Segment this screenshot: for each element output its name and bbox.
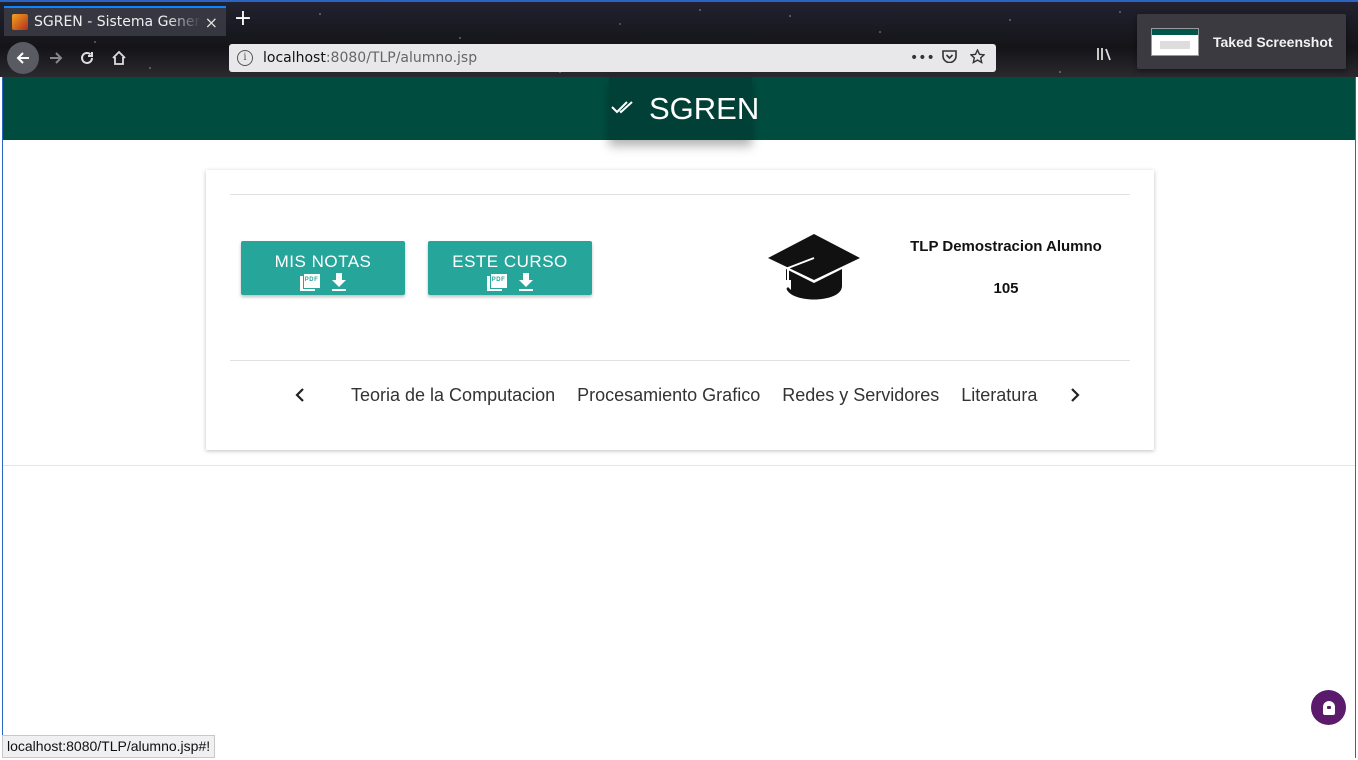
arrow-right-icon <box>50 52 63 64</box>
student-name: TLP Demostracion Alumno <box>910 238 1102 255</box>
download-icon <box>518 273 534 291</box>
url-path: :8080/TLP/alumno.jsp <box>325 50 478 66</box>
new-tab-button[interactable]: + <box>232 6 254 34</box>
app-header: SGREN <box>3 77 1355 140</box>
double-check-icon <box>611 98 635 119</box>
student-id: 105 <box>993 280 1019 297</box>
pocket-icon[interactable] <box>938 49 960 67</box>
browser-chrome: SGREN - Sistema Generador × + i localhos… <box>0 0 1358 77</box>
footer-divider <box>3 465 1355 466</box>
screenshot-thumbnail <box>1151 27 1199 56</box>
status-bar-url: localhost:8080/TLP/alumno.jsp#! <box>2 735 216 758</box>
graduation-cap-icon <box>768 234 860 300</box>
course-tab-2[interactable]: Redes y Servidores <box>782 385 939 406</box>
reload-button[interactable] <box>73 44 101 72</box>
arrow-left-icon <box>16 52 29 64</box>
top-divider <box>230 194 1130 195</box>
este-curso-label: ESTE CURSO <box>452 252 568 271</box>
course-tab-1[interactable]: Procesamiento Grafico <box>577 385 760 406</box>
pdf-icon <box>299 273 321 292</box>
download-icon <box>331 273 347 291</box>
back-button[interactable] <box>7 42 39 74</box>
toast-text: Taked Screenshot <box>1213 33 1333 50</box>
url-bar[interactable]: i localhost:8080/TLP/alumno.jsp ••• <box>229 44 996 72</box>
library-icon[interactable] <box>1096 46 1114 66</box>
chevron-left-icon[interactable] <box>290 385 310 405</box>
close-tab-icon[interactable]: × <box>205 13 218 32</box>
middle-divider <box>230 360 1130 361</box>
tab-title: SGREN - Sistema Generador <box>34 14 201 30</box>
brand-logo[interactable]: SGREN <box>609 77 759 140</box>
info-icon[interactable]: i <box>237 50 253 66</box>
course-tab-0[interactable]: Teoria de la Computacion <box>351 385 555 406</box>
browser-tab[interactable]: SGREN - Sistema Generador × <box>4 6 226 36</box>
page-actions-icon[interactable]: ••• <box>910 50 935 66</box>
ghost-icon <box>1322 700 1335 715</box>
page-content: SGREN MIS NOTAS ESTE CURSO TLP Demostrac… <box>2 77 1356 758</box>
bookmark-star-icon[interactable] <box>966 47 988 68</box>
brand-name: SGREN <box>649 90 760 126</box>
privacy-badger-button[interactable] <box>1311 690 1346 725</box>
course-carousel: Teoria de la Computacion Procesamiento G… <box>290 382 1085 408</box>
chevron-right-icon[interactable] <box>1065 385 1085 405</box>
este-curso-button[interactable]: ESTE CURSO <box>428 241 592 295</box>
reload-icon <box>81 51 93 64</box>
mis-notas-label: MIS NOTAS <box>274 252 372 271</box>
screenshot-toast[interactable]: Taked Screenshot <box>1137 14 1346 69</box>
forward-button[interactable] <box>42 44 70 72</box>
favicon-icon <box>12 14 28 30</box>
home-icon <box>112 50 126 65</box>
student-card: MIS NOTAS ESTE CURSO TLP Demostracion Al… <box>206 170 1154 450</box>
url-host: localhost <box>263 50 326 66</box>
mis-notas-button[interactable]: MIS NOTAS <box>241 241 405 295</box>
pdf-icon <box>486 273 508 292</box>
home-button[interactable] <box>105 44 133 72</box>
course-tab-3[interactable]: Literatura <box>961 385 1037 406</box>
